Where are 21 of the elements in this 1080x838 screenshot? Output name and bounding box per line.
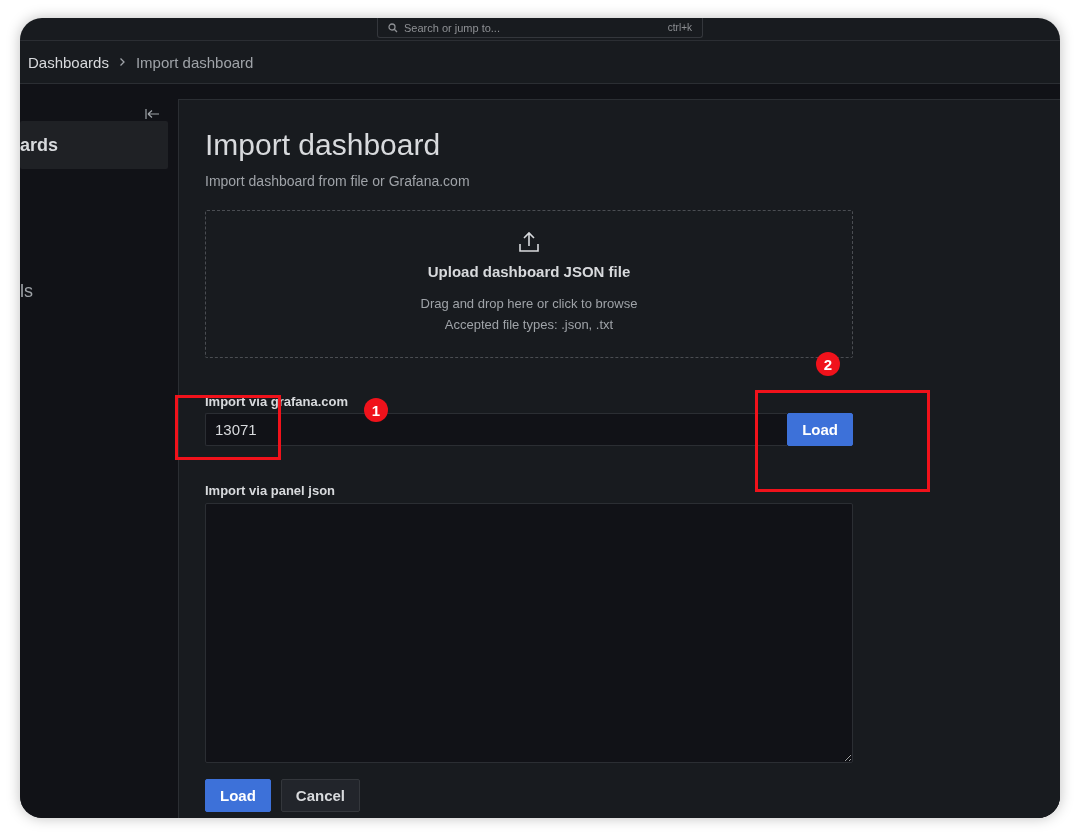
search-placeholder: Search or jump to... xyxy=(404,21,501,34)
upload-title: Upload dashboard JSON file xyxy=(427,263,631,281)
load-button[interactable]: Load xyxy=(787,413,853,446)
chevron-icon xyxy=(118,57,126,67)
page-subtitle: Import dashboard from file or Grafana.com xyxy=(205,172,471,191)
cancel-button[interactable]: Cancel xyxy=(280,779,361,812)
upload-hint: Drag and drop here or click to browse xyxy=(420,295,638,313)
field-label: Import via panel json xyxy=(205,483,337,499)
shortcut-hint: ctrl+k xyxy=(667,22,692,33)
sidebar-item[interactable]: ards xyxy=(20,121,168,169)
breadcrumb-link[interactable]: Import dashboard xyxy=(135,53,254,71)
accepted-types-note: Accepted file types: .json, .txt xyxy=(444,316,614,334)
upload-dropzone[interactable]: Upload dashboard JSON file Drag and drop here or click to browse Accepted file types: .json, .txt xyxy=(205,210,853,358)
page-title: Import dashboard xyxy=(205,127,442,163)
breadcrumb-link[interactable]: Dashboards xyxy=(28,53,109,71)
collapse-icon[interactable] xyxy=(145,109,159,119)
load-button[interactable]: Load xyxy=(205,779,271,812)
upload-icon xyxy=(518,231,540,253)
search-icon xyxy=(388,22,398,33)
sidebar-item[interactable]: ls xyxy=(20,267,168,315)
search-field[interactable]: Search or jump to... ctrl+k xyxy=(377,18,703,38)
